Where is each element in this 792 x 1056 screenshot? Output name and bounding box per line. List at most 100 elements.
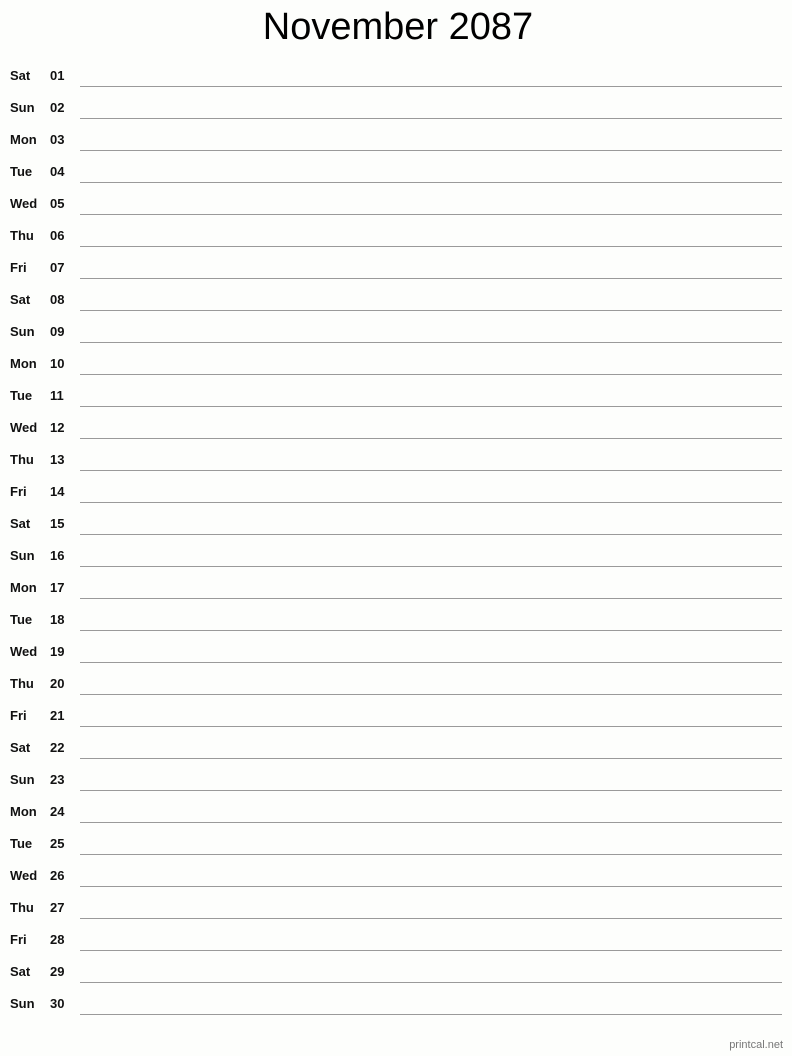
writing-line[interactable] — [80, 854, 782, 855]
day-row: Tue 04 — [0, 154, 792, 186]
day-number: 29 — [50, 964, 65, 979]
day-row: Fri 07 — [0, 250, 792, 282]
writing-line[interactable] — [80, 662, 782, 663]
writing-line[interactable] — [80, 790, 782, 791]
day-row: Mon 10 — [0, 346, 792, 378]
day-of-week: Mon — [10, 580, 37, 595]
day-number: 13 — [50, 452, 65, 467]
day-row: Sun 16 — [0, 538, 792, 570]
writing-line[interactable] — [80, 246, 782, 247]
writing-line[interactable] — [80, 950, 782, 951]
day-row: Wed 05 — [0, 186, 792, 218]
day-number: 22 — [50, 740, 65, 755]
day-of-week: Sun — [10, 100, 35, 115]
day-of-week: Fri — [10, 932, 27, 947]
day-number: 01 — [50, 68, 65, 83]
writing-line[interactable] — [80, 310, 782, 311]
day-number: 26 — [50, 868, 65, 883]
day-of-week: Sun — [10, 548, 35, 563]
day-row: Tue 18 — [0, 602, 792, 634]
day-number: 30 — [50, 996, 65, 1011]
writing-line[interactable] — [80, 438, 782, 439]
day-row: Thu 13 — [0, 442, 792, 474]
day-number: 21 — [50, 708, 65, 723]
day-row: Thu 06 — [0, 218, 792, 250]
day-number: 17 — [50, 580, 65, 595]
writing-line[interactable] — [80, 374, 782, 375]
day-row: Sat 01 — [0, 58, 792, 90]
writing-line[interactable] — [80, 214, 782, 215]
day-number: 15 — [50, 516, 65, 531]
footer-credit[interactable]: printcal.net — [729, 1039, 783, 1051]
writing-line[interactable] — [80, 534, 782, 535]
writing-line[interactable] — [80, 118, 782, 119]
writing-line[interactable] — [80, 502, 782, 503]
writing-line[interactable] — [80, 886, 782, 887]
day-of-week: Thu — [10, 228, 34, 243]
writing-line[interactable] — [80, 406, 782, 407]
day-of-week: Tue — [10, 612, 33, 627]
day-number: 03 — [50, 132, 65, 147]
day-number: 11 — [50, 388, 64, 403]
day-of-week: Sun — [10, 324, 35, 339]
day-of-week: Wed — [10, 644, 38, 659]
day-row: Sun 02 — [0, 90, 792, 122]
day-row: Wed 26 — [0, 858, 792, 890]
day-of-week: Mon — [10, 356, 37, 371]
day-number: 19 — [50, 644, 65, 659]
day-of-week: Fri — [10, 708, 27, 723]
writing-line[interactable] — [80, 918, 782, 919]
day-row: Mon 17 — [0, 570, 792, 602]
day-of-week: Sun — [10, 996, 35, 1011]
day-row: Tue 11 — [0, 378, 792, 410]
writing-line[interactable] — [80, 726, 782, 727]
writing-line[interactable] — [80, 150, 782, 151]
day-of-week: Sat — [10, 740, 31, 755]
day-number: 16 — [50, 548, 65, 563]
writing-line[interactable] — [80, 982, 782, 983]
writing-line[interactable] — [80, 694, 782, 695]
day-of-week: Sat — [10, 292, 31, 307]
day-number: 09 — [50, 324, 65, 339]
day-row: Fri 21 — [0, 698, 792, 730]
day-number: 12 — [50, 420, 65, 435]
day-row: Sat 29 — [0, 954, 792, 986]
writing-line[interactable] — [80, 758, 782, 759]
day-row: Sun 09 — [0, 314, 792, 346]
day-of-week: Wed — [10, 868, 38, 883]
day-row: Sat 15 — [0, 506, 792, 538]
day-number: 07 — [50, 260, 65, 275]
day-of-week: Mon — [10, 804, 37, 819]
writing-line[interactable] — [80, 566, 782, 567]
day-of-week: Mon — [10, 132, 37, 147]
day-of-week: Thu — [10, 676, 34, 691]
day-row: Tue 25 — [0, 826, 792, 858]
day-number: 14 — [50, 484, 65, 499]
day-of-week: Sat — [10, 68, 31, 83]
day-of-week: Fri — [10, 260, 27, 275]
day-of-week: Tue — [10, 836, 33, 851]
day-row: Sat 08 — [0, 282, 792, 314]
day-of-week: Thu — [10, 900, 34, 915]
day-number: 10 — [50, 356, 65, 371]
writing-line[interactable] — [80, 1014, 782, 1015]
day-row: Mon 24 — [0, 794, 792, 826]
day-number: 06 — [50, 228, 65, 243]
day-number: 08 — [50, 292, 65, 307]
day-of-week: Tue — [10, 164, 33, 179]
writing-line[interactable] — [80, 470, 782, 471]
writing-line[interactable] — [80, 86, 782, 87]
writing-line[interactable] — [80, 598, 782, 599]
day-of-week: Sun — [10, 772, 35, 787]
day-of-week: Sat — [10, 964, 31, 979]
writing-line[interactable] — [80, 278, 782, 279]
writing-line[interactable] — [80, 342, 782, 343]
writing-line[interactable] — [80, 182, 782, 183]
writing-line[interactable] — [80, 822, 782, 823]
day-number: 18 — [50, 612, 65, 627]
day-number: 02 — [50, 100, 65, 115]
writing-line[interactable] — [80, 630, 782, 631]
day-number: 27 — [50, 900, 65, 915]
day-number: 24 — [50, 804, 65, 819]
day-row: Fri 14 — [0, 474, 792, 506]
